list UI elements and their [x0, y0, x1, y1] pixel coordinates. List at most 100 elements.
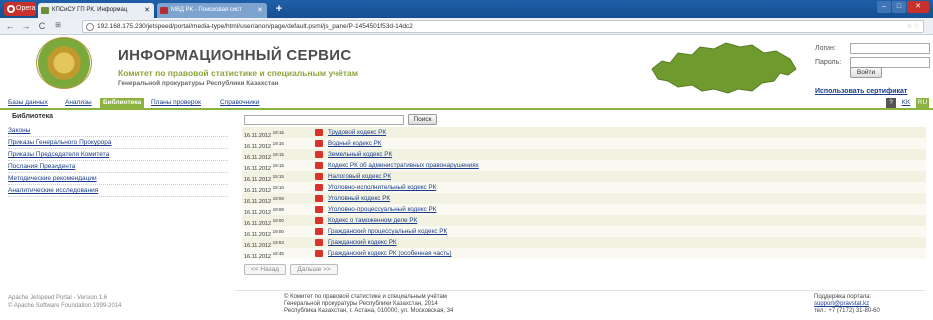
login-label: Логин:	[815, 45, 836, 52]
document-link[interactable]: Гражданский процессуальный кодекс РК	[328, 226, 447, 237]
footer-version: Apache Jetspeed Portal - Version 1.6	[8, 295, 108, 301]
minimize-icon[interactable]: –	[877, 1, 891, 13]
login-submit-button[interactable]: Войти	[850, 67, 882, 78]
search-button[interactable]: Поиск	[408, 114, 437, 125]
footer-support-phone: тел.: +7 (7172) 31-80-60	[814, 308, 880, 314]
document-link[interactable]: Уголовно-исполнительный кодекс РК	[328, 182, 436, 193]
document-link[interactable]: Налоговый кодекс РК	[328, 171, 391, 182]
address-toolbar: ← → C ⊞ 192.168.175.230/jetspeed/portal/…	[0, 18, 933, 35]
table-row: 16.11.2012 19:15 Земельный кодекс РК	[242, 149, 926, 161]
close-tab-icon[interactable]: ✕	[144, 3, 150, 18]
opera-menu-button[interactable]: Opera	[4, 2, 36, 16]
footer-divider	[235, 290, 925, 291]
pdf-file-icon[interactable]	[315, 250, 323, 257]
prev-page-button[interactable]: << Назад	[244, 264, 286, 275]
library-search-input[interactable]	[244, 115, 404, 125]
forward-arrow-icon[interactable]: →	[20, 20, 32, 32]
use-certificate-link[interactable]: Использовать сертификат	[815, 88, 907, 95]
pdf-file-icon[interactable]	[315, 151, 323, 158]
nav-item-analyses[interactable]: Анализы	[65, 99, 92, 106]
table-row: 16.11.2012 19:10 Уголовно-исполнительный…	[242, 182, 926, 194]
site-favicon-icon	[41, 7, 49, 14]
table-row: 16.11.2012 19:09 Уголовный кодекс РК	[242, 193, 926, 205]
url-field[interactable]: 192.168.175.230/jetspeed/portal/media-ty…	[82, 20, 924, 33]
sidebar-item-laws[interactable]: Законы	[8, 125, 228, 137]
close-tab-icon[interactable]: ✕	[257, 3, 263, 18]
footer-copyright-apache: © Apache Software Foundation 1999-2014	[8, 303, 122, 309]
footer-address: Республика Казахстан, г. Астана, 010000,…	[284, 308, 454, 314]
tab-label: МВД РК - Поисковая сист	[171, 7, 242, 13]
sidebar-item-analytical-research[interactable]: Аналитические исследования	[8, 185, 228, 197]
table-row: 16.11.2012 19:15 Кодекс РК об администра…	[242, 160, 926, 172]
nav-item-directories[interactable]: Справочники	[220, 99, 259, 106]
document-date: 16.11.2012 18:45	[244, 251, 284, 260]
nav-item-inspection-plans[interactable]: Планы проверок	[151, 99, 201, 106]
document-link[interactable]: Водный кодекс РК	[328, 138, 381, 149]
footer-support-label: Поддержка портала:	[814, 294, 872, 300]
footer-organization: Генеральной прокуратуры Республики Казах…	[284, 301, 438, 307]
opera-logo-icon	[7, 5, 15, 13]
site-subtitle-secondary: Генеральной прокуратуры Республики Казах…	[118, 80, 279, 87]
table-row: 16.11.2012 19:00 Кодекс о таможенном дел…	[242, 215, 926, 227]
next-page-button[interactable]: Дальше >>	[290, 264, 338, 275]
sidebar-item-president-messages[interactable]: Послания Президента	[8, 161, 228, 173]
emblem-logo	[36, 37, 92, 89]
nav-item-databases[interactable]: Базы данных	[8, 99, 48, 106]
pdf-file-icon[interactable]	[315, 140, 323, 147]
reload-icon[interactable]: C	[36, 20, 48, 32]
browser-tab-bar: Opera КПСиСУ ГП РК. Информац ✕ МВД РК - …	[0, 0, 933, 18]
browser-tab-active[interactable]: КПСиСУ ГП РК. Информац ✕	[38, 3, 154, 18]
speed-dial-icon[interactable]: ⊞	[52, 20, 64, 32]
pdf-file-icon[interactable]	[315, 239, 323, 246]
pdf-file-icon[interactable]	[315, 217, 323, 224]
url-text: 192.168.175.230/jetspeed/portal/media-ty…	[97, 23, 413, 30]
browser-tab-inactive[interactable]: МВД РК - Поисковая сист ✕	[157, 3, 267, 18]
pdf-file-icon[interactable]	[315, 195, 323, 202]
kazakhstan-map-icon	[651, 42, 797, 94]
bookmark-heart-icon[interactable]: ☆ ♡	[907, 21, 919, 33]
document-link[interactable]: Гражданский кодекс РК	[328, 237, 397, 248]
pdf-file-icon[interactable]	[315, 162, 323, 169]
table-row: 16.11.2012 19:15 Трудовой кодекс РК	[242, 127, 926, 139]
close-window-icon[interactable]: ✕	[907, 1, 929, 13]
nav-item-library[interactable]: Библиотека	[100, 98, 145, 108]
table-row: 16.11.2012 19:15 Водный кодекс РК	[242, 138, 926, 150]
pdf-file-icon[interactable]	[315, 173, 323, 180]
site-favicon-icon	[160, 7, 168, 14]
lang-ru-link[interactable]: RU	[916, 98, 929, 108]
window-controls: – □ ✕	[877, 1, 929, 14]
document-link[interactable]: Трудовой кодекс РК	[328, 127, 386, 138]
opera-menu-label: Opera	[16, 5, 36, 12]
sidebar-item-prosecutor-orders[interactable]: Приказы Генерального Прокурора	[8, 137, 228, 149]
footer-support-email[interactable]: support@pravstat.kz	[814, 301, 869, 308]
sidebar-item-methodical-recommendations[interactable]: Методические рекомендации	[8, 173, 228, 185]
pdf-file-icon[interactable]	[315, 129, 323, 136]
help-button[interactable]: ?	[886, 98, 896, 108]
document-link[interactable]: Земельный кодекс РК	[328, 149, 392, 160]
site-header: ИНФОРМАЦИОННЫЙ СЕРВИС Комитет по правово…	[0, 35, 933, 97]
new-tab-button[interactable]: +	[272, 3, 286, 16]
document-link[interactable]: Уголовно-процессуальный кодекс РК	[328, 204, 436, 215]
pdf-file-icon[interactable]	[315, 206, 323, 213]
table-row: 16.11.2012 18:45 Гражданский кодекс РК (…	[242, 248, 926, 260]
pdf-file-icon[interactable]	[315, 184, 323, 191]
table-row: 16.11.2012 19:08 Уголовно-процессуальный…	[242, 204, 926, 216]
main-navigation: Базы данных Анализы Библиотека Планы про…	[0, 97, 933, 110]
globe-icon	[86, 23, 94, 31]
site-subtitle: Комитет по правовой статистике и специал…	[118, 68, 359, 78]
sidebar-heading: Библиотека	[12, 113, 54, 120]
back-arrow-icon[interactable]: ←	[4, 20, 16, 32]
footer-copyright-committee: © Комитет по правовой статистике и специ…	[284, 294, 447, 300]
tab-label: КПСиСУ ГП РК. Информац	[52, 7, 128, 13]
sidebar-item-chairman-orders[interactable]: Приказы Председателя Комитета	[8, 149, 228, 161]
login-input[interactable]	[850, 43, 930, 54]
pdf-file-icon[interactable]	[315, 228, 323, 235]
maximize-icon[interactable]: □	[892, 1, 906, 13]
table-row: 16.11.2012 19:00 Гражданский процессуаль…	[242, 226, 926, 238]
document-link[interactable]: Кодекс о таможенном деле РК	[328, 215, 417, 226]
table-row: 16.11.2012 18:53 Гражданский кодекс РК	[242, 237, 926, 249]
document-link[interactable]: Уголовный кодекс РК	[328, 193, 390, 204]
document-link[interactable]: Гражданский кодекс РК (особенная часть)	[328, 248, 452, 259]
lang-kk-link[interactable]: KK	[900, 98, 912, 108]
document-link[interactable]: Кодекс РК об административных правонаруш…	[328, 160, 479, 171]
